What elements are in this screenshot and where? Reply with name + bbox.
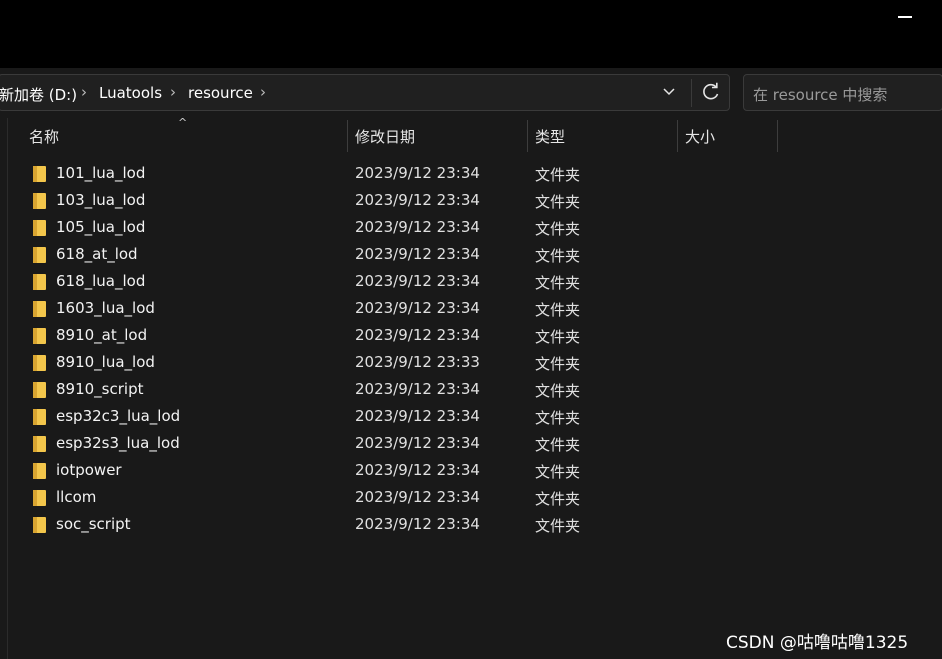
column-header-type[interactable]: 类型 — [535, 126, 565, 147]
folder-icon — [33, 463, 46, 479]
file-row[interactable]: soc_script 2023/9/12 23:34 文件夹 — [26, 512, 786, 539]
file-name: esp32c3_lua_lod — [56, 407, 181, 425]
file-type: 文件夹 — [535, 220, 581, 238]
folder-icon — [33, 382, 46, 398]
search-box[interactable]: 在 resource 中搜索 — [743, 74, 942, 111]
file-date: 2023/9/12 23:34 — [355, 326, 480, 344]
title-bar — [0, 0, 942, 68]
column-divider[interactable] — [677, 120, 678, 152]
folder-icon — [33, 166, 46, 182]
folder-icon — [33, 409, 46, 425]
chevron-right-icon[interactable]: › — [170, 83, 176, 101]
file-date: 2023/9/12 23:34 — [355, 488, 480, 506]
address-divider — [691, 79, 692, 107]
column-divider[interactable] — [347, 120, 348, 152]
file-name: iotpower — [56, 461, 122, 479]
chevron-right-icon[interactable]: › — [260, 83, 266, 101]
file-row[interactable]: 8910_script 2023/9/12 23:34 文件夹 — [26, 377, 786, 404]
file-name: 101_lua_lod — [56, 164, 146, 182]
file-row[interactable]: 1603_lua_lod 2023/9/12 23:34 文件夹 — [26, 296, 786, 323]
breadcrumb-luatools[interactable]: Luatools — [99, 84, 162, 102]
folder-icon — [33, 247, 46, 263]
file-type: 文件夹 — [535, 490, 581, 508]
folder-icon — [33, 328, 46, 344]
file-date: 2023/9/12 23:34 — [355, 380, 480, 398]
file-date: 2023/9/12 23:34 — [355, 461, 480, 479]
file-type: 文件夹 — [535, 355, 581, 373]
file-date: 2023/9/12 23:34 — [355, 164, 480, 182]
folder-icon — [33, 355, 46, 371]
file-date: 2023/9/12 23:34 — [355, 272, 480, 290]
file-date: 2023/9/12 23:34 — [355, 407, 480, 425]
file-date: 2023/9/12 23:34 — [355, 191, 480, 209]
file-type: 文件夹 — [535, 301, 581, 319]
chevron-down-icon[interactable] — [662, 84, 676, 100]
file-type: 文件夹 — [535, 274, 581, 292]
chevron-right-icon[interactable]: › — [81, 83, 87, 101]
file-row[interactable]: 8910_lua_lod 2023/9/12 23:33 文件夹 — [26, 350, 786, 377]
file-name: 1603_lua_lod — [56, 299, 155, 317]
address-row: 新加卷 (D:) › Luatools › resource › 在 resou… — [0, 68, 942, 118]
file-row[interactable]: 103_lua_lod 2023/9/12 23:34 文件夹 — [26, 188, 786, 215]
file-name: esp32s3_lua_lod — [56, 434, 180, 452]
file-name: llcom — [56, 488, 97, 506]
address-bar[interactable]: 新加卷 (D:) › Luatools › resource › — [0, 74, 730, 111]
file-type: 文件夹 — [535, 382, 581, 400]
file-name: 8910_script — [56, 380, 144, 398]
file-row[interactable]: 105_lua_lod 2023/9/12 23:34 文件夹 — [26, 215, 786, 242]
file-name: 618_lua_lod — [56, 272, 146, 290]
refresh-icon[interactable] — [701, 81, 721, 103]
file-date: 2023/9/12 23:34 — [355, 245, 480, 263]
file-date: 2023/9/12 23:34 — [355, 515, 480, 533]
column-divider[interactable] — [777, 120, 778, 152]
folder-icon — [33, 193, 46, 209]
sort-ascending-icon: ^ — [178, 116, 188, 129]
file-row[interactable]: iotpower 2023/9/12 23:34 文件夹 — [26, 458, 786, 485]
file-row[interactable]: 8910_at_lod 2023/9/12 23:34 文件夹 — [26, 323, 786, 350]
folder-icon — [33, 517, 46, 533]
file-type: 文件夹 — [535, 409, 581, 427]
folder-icon — [33, 301, 46, 317]
file-name: 105_lua_lod — [56, 218, 146, 236]
file-name: soc_script — [56, 515, 131, 533]
breadcrumb-resource[interactable]: resource — [188, 84, 253, 102]
file-type: 文件夹 — [535, 193, 581, 211]
file-date: 2023/9/12 23:33 — [355, 353, 480, 371]
search-placeholder[interactable]: 在 resource 中搜索 — [753, 84, 887, 105]
column-header-date[interactable]: 修改日期 — [355, 126, 415, 147]
file-name: 8910_at_lod — [56, 326, 148, 344]
pane-divider — [7, 118, 8, 659]
minimize-button[interactable] — [898, 16, 912, 18]
folder-icon — [33, 436, 46, 452]
file-row[interactable]: 618_lua_lod 2023/9/12 23:34 文件夹 — [26, 269, 786, 296]
file-list-pane: ^ 名称 修改日期 类型 大小 101_lua_lod 2023/9/12 23… — [0, 116, 942, 659]
file-row[interactable]: 101_lua_lod 2023/9/12 23:34 文件夹 — [26, 161, 786, 188]
file-type: 文件夹 — [535, 166, 581, 184]
file-type: 文件夹 — [535, 463, 581, 481]
column-divider[interactable] — [527, 120, 528, 152]
file-date: 2023/9/12 23:34 — [355, 299, 480, 317]
file-name: 103_lua_lod — [56, 191, 146, 209]
file-type: 文件夹 — [535, 436, 581, 454]
file-type: 文件夹 — [535, 517, 581, 535]
folder-icon — [33, 220, 46, 236]
column-header-name[interactable]: 名称 — [29, 126, 59, 147]
file-row[interactable]: esp32s3_lua_lod 2023/9/12 23:34 文件夹 — [26, 431, 786, 458]
file-name: 618_at_lod — [56, 245, 138, 263]
watermark: CSDN @咕噜咕噜1325 — [726, 633, 909, 653]
folder-icon — [33, 490, 46, 506]
folder-icon — [33, 274, 46, 290]
breadcrumb-drive[interactable]: 新加卷 (D:) — [0, 84, 77, 105]
file-date: 2023/9/12 23:34 — [355, 434, 480, 452]
column-header-size[interactable]: 大小 — [685, 126, 715, 147]
file-name: 8910_lua_lod — [56, 353, 155, 371]
file-row[interactable]: esp32c3_lua_lod 2023/9/12 23:34 文件夹 — [26, 404, 786, 431]
file-type: 文件夹 — [535, 328, 581, 346]
file-type: 文件夹 — [535, 247, 581, 265]
file-date: 2023/9/12 23:34 — [355, 218, 480, 236]
file-row[interactable]: llcom 2023/9/12 23:34 文件夹 — [26, 485, 786, 512]
file-row[interactable]: 618_at_lod 2023/9/12 23:34 文件夹 — [26, 242, 786, 269]
